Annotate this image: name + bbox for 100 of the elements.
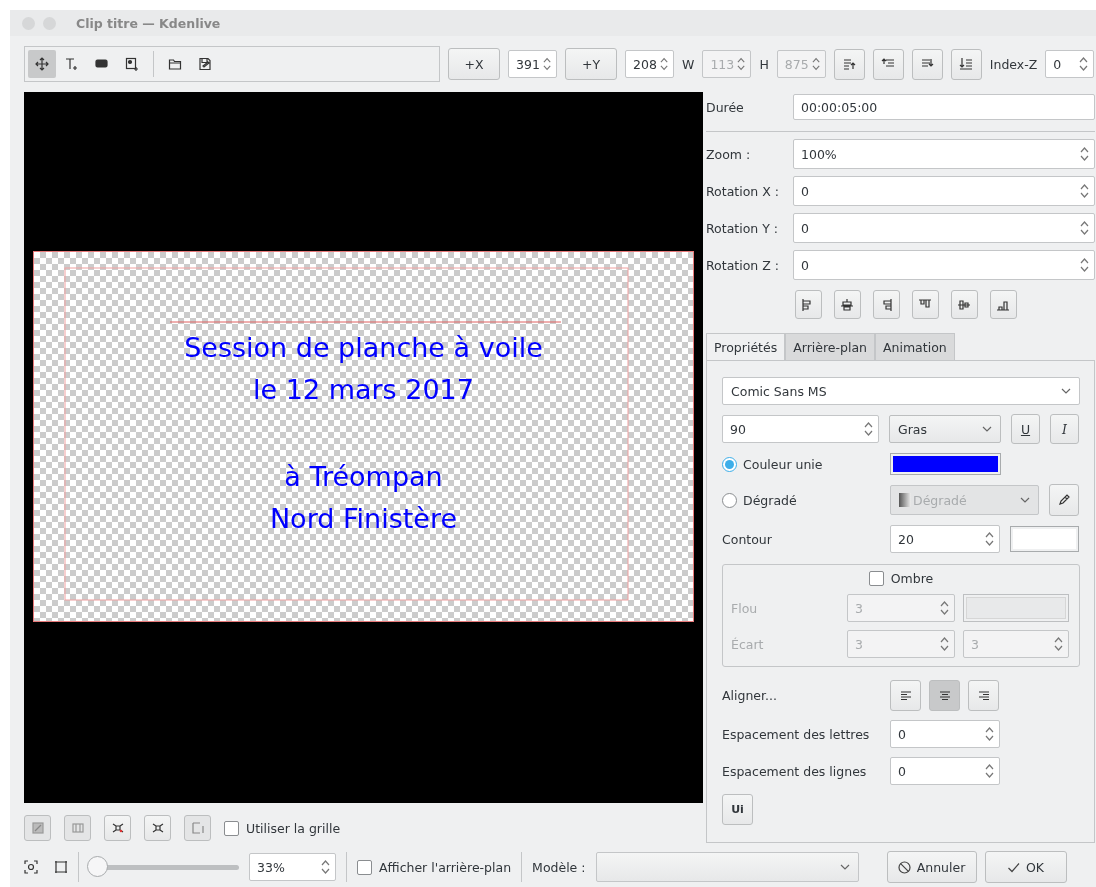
text-center-icon [937,688,952,703]
field-label: Écart [731,636,765,652]
color-swatch[interactable] [963,594,1069,622]
grid-checkbox[interactable]: Utiliser la grille [224,820,341,836]
ok-button[interactable]: OK [984,851,1067,883]
weight-dropdown[interactable]: Gras [889,415,1001,443]
align-button[interactable] [872,290,900,319]
field-label: Zoom : [706,146,752,162]
field-label: Index-Z [989,56,1038,72]
cancel-button[interactable]: Annuler [886,851,977,883]
number-field[interactable]: 0 [890,720,1000,748]
spin-arrows-icon[interactable] [1080,220,1089,236]
text-right-icon [976,688,991,703]
spin-arrows-icon[interactable] [1054,636,1063,652]
align-middle-icon [957,297,971,312]
chevron-down-icon [839,864,850,870]
field-label: Contour [722,531,773,547]
columns-icon [70,821,85,835]
field-label: Rotation X : [706,183,780,199]
chevron-down-icon [982,426,992,432]
field-label: Rotation Y : [706,220,780,236]
layer-bottom-icon [959,57,974,71]
number-field[interactable]: 0 [793,250,1095,280]
zoom-field[interactable]: 33% [249,853,336,881]
offset-button[interactable]: +Y [565,48,617,80]
number-field[interactable]: 100% [793,139,1095,169]
cancel-icon [897,860,911,874]
number-field[interactable]: 0 [890,757,1000,785]
number-field[interactable]: 20 [890,525,1000,553]
title-text[interactable]: le 12 mars 2017 [253,369,474,411]
underline-button[interactable]: U [1011,414,1040,444]
field-label: Espacement des lettres [722,726,871,742]
spin-arrows-icon[interactable] [1080,183,1089,199]
field-label: W [682,56,695,72]
title-text[interactable]: Session de planche à voile [184,327,543,369]
zoom-fit-icon [24,860,38,874]
offset-button[interactable]: +X [448,48,500,80]
align-center-icon [840,297,854,312]
move-icon [35,57,49,71]
title-text[interactable]: Nord Finistère [269,498,458,540]
font-dropdown[interactable]: Comic Sans MS [722,377,1080,405]
field-label: Flou [731,600,759,616]
number-field[interactable]: 208 [625,50,674,78]
spin-arrows-icon[interactable] [542,56,551,72]
pencil-button[interactable] [1049,484,1079,516]
window-title: Clip titre — Kdenlive [76,15,221,31]
text-align-button[interactable] [929,680,960,711]
number-field[interactable]: 0 [793,213,1095,243]
layer-order-button[interactable] [833,48,865,80]
duration-field[interactable]: 00:00:05:00 [793,94,1095,120]
spin-arrows-icon[interactable] [985,726,994,742]
frame-icon [54,860,68,874]
title-text[interactable]: à Tréompan [284,456,443,498]
field-label: Modèle : [532,859,586,875]
image-icon [125,57,139,71]
number-field[interactable]: 0 [1045,50,1095,78]
spin-arrows-icon[interactable] [940,600,949,616]
layer-order-button[interactable] [872,48,904,80]
spin-arrows-icon[interactable] [985,531,994,547]
unicode-button[interactable]: Ui [722,794,753,825]
spin-arrows-icon[interactable] [659,56,668,72]
align-button[interactable] [911,290,939,319]
tab[interactable]: Arrière-plan [785,333,875,361]
zoom-slider[interactable] [89,857,239,877]
shadow-checkbox[interactable]: Ombre [868,571,934,586]
font-size-field[interactable]: 90 [722,415,879,443]
field-label: Aligner... [722,688,778,703]
spin-arrows-icon[interactable] [864,421,873,437]
spin-arrows-icon[interactable] [1079,56,1089,72]
text-align-button[interactable] [968,680,999,711]
fill-radio[interactable]: Couleur unie [722,456,880,472]
background-checkbox[interactable]: Afficher l'arrière-plan [357,859,512,875]
italic-button[interactable]: I [1050,414,1079,444]
align-button[interactable] [833,290,861,319]
text-left-icon [898,688,913,703]
spin-arrows-icon[interactable] [321,859,330,875]
rectangle-icon [95,57,109,71]
tab[interactable]: Propriétés [706,333,786,361]
slider-thumb[interactable] [87,855,108,877]
text-align-button[interactable] [890,680,921,711]
resize-button[interactable] [104,815,131,841]
number-field[interactable]: 391 [508,50,557,78]
number-field[interactable]: 0 [793,176,1095,206]
align-button[interactable] [950,290,978,319]
spin-arrows-icon[interactable] [1080,257,1089,273]
resize-icon [110,821,125,835]
layer-order-button[interactable] [950,48,982,80]
select-tool-button[interactable] [28,50,56,78]
tab[interactable]: Animation [875,333,955,361]
spin-arrows-icon[interactable] [940,636,949,652]
align-button[interactable] [989,290,1017,319]
spin-arrows-icon[interactable] [1080,146,1089,162]
background-icon [30,821,45,835]
align-button[interactable] [794,290,822,319]
chevron-down-icon [1020,497,1030,503]
chevron-down-icon [1061,388,1071,394]
layer-order-button[interactable] [911,48,943,80]
resize-button[interactable] [144,815,171,841]
spin-arrows-icon[interactable] [985,763,994,779]
fill-radio[interactable]: Dégradé [722,492,880,508]
